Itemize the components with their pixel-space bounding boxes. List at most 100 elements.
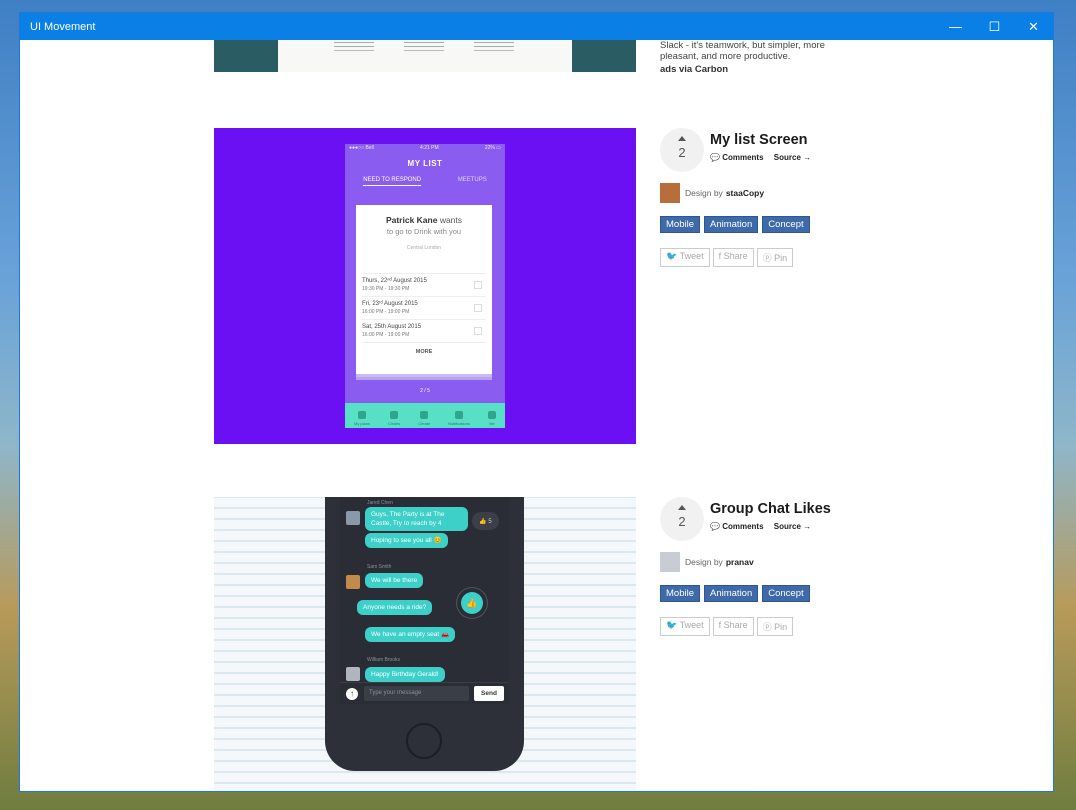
chat-screen: Jared Chen Guys, The Party is at The Cas…	[340, 497, 509, 704]
comments-link[interactable]: 💬 Comments	[710, 522, 764, 531]
more-label: MORE	[362, 342, 486, 355]
mock-tab: MEETUPS	[457, 177, 487, 183]
designer-link[interactable]: staaCopy	[726, 188, 764, 198]
mock-heading: MY LIST	[407, 159, 443, 168]
checkbox-icon	[474, 281, 482, 289]
row-time: 16:00 PM - 19:00 PM	[362, 309, 410, 315]
avatar[interactable]	[660, 183, 680, 203]
tag-animation[interactable]: Animation	[704, 216, 759, 233]
design-by-label: Design by	[685, 188, 723, 198]
avatar	[346, 511, 360, 525]
previous-shot-image[interactable]	[214, 40, 636, 72]
shot-links: 💬 Comments Source →	[710, 522, 819, 531]
facebook-icon: f	[718, 620, 722, 630]
shot-title[interactable]: Group Chat Likes	[710, 501, 831, 517]
upload-icon: ↑	[346, 688, 358, 700]
ad-via[interactable]: ads via Carbon	[660, 64, 860, 75]
vote-count: 2	[678, 514, 686, 529]
row-date: Fri, 23ʳᵈ August 2015	[362, 301, 418, 307]
status-carrier: ●●●○○ Bell	[349, 145, 374, 151]
pinterest-icon: ⓟ	[762, 253, 772, 263]
status-battery: 22% ▭	[484, 145, 501, 151]
nav-me: Me	[487, 411, 496, 426]
ad-text[interactable]: Slack - it's teamwork, but simpler, more…	[660, 40, 860, 62]
thumbs-up-icon: 👍	[461, 592, 483, 614]
comments-link[interactable]: 💬 Comments	[710, 153, 764, 162]
checkbox-icon	[474, 327, 482, 335]
plans-icon	[357, 411, 366, 419]
sender-name: Sam Smith	[367, 564, 392, 570]
invite-goal: to go to Drink with you	[386, 227, 462, 236]
close-button[interactable]: ✕	[1014, 13, 1053, 40]
carbon-ad[interactable]: Slack - it's teamwork, but simpler, more…	[660, 40, 860, 75]
chat-bubble: Happy Birthday Gerald!	[365, 667, 445, 682]
minimize-button[interactable]: —	[936, 13, 975, 40]
avatar[interactable]	[660, 552, 680, 572]
share-buttons: 🐦 Tweet f Share ⓟ Pin	[660, 617, 796, 636]
upvote-button[interactable]: 2	[660, 497, 704, 541]
tag-mobile[interactable]: Mobile	[660, 216, 700, 233]
page-content[interactable]: Slack - it's teamwork, but simpler, more…	[20, 40, 1053, 791]
checkbox-icon	[474, 304, 482, 312]
app-window: UI Movement — ☐ ✕ Slack - it's teamwork,…	[19, 12, 1054, 792]
chat-bubble: Anyone needs a ride?	[357, 600, 433, 615]
chat-bubble: Hoping to see you all 😊	[365, 533, 448, 548]
mock-tabbar: My plans Circles Create Notifications Me	[345, 403, 505, 428]
shot-title[interactable]: My list Screen	[710, 132, 808, 148]
design-by-label: Design by	[685, 557, 723, 567]
chat-bubble: We have an empty seat 🚗	[365, 627, 456, 642]
source-link[interactable]: Source →	[774, 153, 811, 162]
date-row: Sat, 25th August 2015 16:00 PM - 19:00 P…	[362, 319, 486, 342]
bell-icon	[455, 411, 464, 419]
status-time: 4:21 PM	[420, 145, 439, 151]
send-button: Send	[474, 686, 504, 701]
upvote-arrow-icon	[678, 505, 686, 510]
upvote-button[interactable]: 2	[660, 128, 704, 172]
upvote-arrow-icon	[678, 136, 686, 141]
wants-text: wants	[437, 215, 463, 225]
designer-credit: Design by pranav	[660, 552, 754, 572]
shot-image-my-list[interactable]: ●●●○○ Bell 4:21 PM 22% ▭ MY LIST NEED TO…	[214, 128, 636, 444]
nav-create: Create	[418, 411, 430, 426]
mock-tabs: NEED TO RESPOND MEETUPS	[345, 177, 505, 186]
tweet-button[interactable]: 🐦 Tweet	[660, 248, 710, 267]
source-link[interactable]: Source →	[774, 522, 811, 531]
like-count-badge: 👍 5	[472, 512, 499, 530]
pin-button[interactable]: ⓟ Pin	[756, 248, 794, 267]
tag-animation[interactable]: Animation	[704, 585, 759, 602]
tag-concept[interactable]: Concept	[762, 585, 810, 602]
nav-notifications: Notifications	[448, 411, 470, 426]
share-button[interactable]: f Share	[712, 617, 754, 636]
window-title: UI Movement	[30, 20, 96, 33]
sender-name: William Brooks	[367, 657, 401, 663]
maximize-button[interactable]: ☐	[975, 13, 1014, 40]
row-date: Thurs, 22ⁿᵈ August 2015	[362, 278, 427, 284]
user-icon	[487, 411, 496, 419]
date-row: Fri, 23ʳᵈ August 2015 16:00 PM - 19:00 P…	[362, 296, 486, 319]
sender-name: Jared Chen	[367, 500, 393, 506]
shot-image-group-chat[interactable]: Jared Chen Guys, The Party is at The Cas…	[214, 497, 636, 791]
designer-credit: Design by staaCopy	[660, 183, 764, 203]
twitter-icon: 🐦	[666, 620, 678, 630]
chat-bubble: Guys, The Party is at The Castle, Try to…	[365, 507, 468, 531]
tag-list: Mobile Animation Concept	[660, 216, 814, 233]
nav-plans: My plans	[354, 411, 370, 426]
tag-concept[interactable]: Concept	[762, 216, 810, 233]
person-name: Patrick Kane	[385, 215, 438, 225]
phone-mockup: Jared Chen Guys, The Party is at The Cas…	[325, 497, 524, 771]
date-row: Thurs, 22ⁿᵈ August 2015 19:30 PM - 19:30…	[362, 273, 486, 296]
pinterest-icon: ⓟ	[762, 622, 772, 632]
row-time: 16:00 PM - 19:00 PM	[362, 332, 410, 338]
tweet-button[interactable]: 🐦 Tweet	[660, 617, 710, 636]
tag-mobile[interactable]: Mobile	[660, 585, 700, 602]
avatar	[346, 575, 360, 589]
invite-card: Patrick Kane wants to go to Drink with y…	[356, 205, 492, 374]
plus-icon	[420, 411, 429, 419]
mock-tab-active: NEED TO RESPOND	[363, 177, 422, 186]
facebook-icon: f	[718, 251, 722, 261]
pin-button[interactable]: ⓟ Pin	[756, 617, 794, 636]
phone-mockup: ●●●○○ Bell 4:21 PM 22% ▭ MY LIST NEED TO…	[345, 144, 505, 428]
share-button[interactable]: f Share	[712, 248, 754, 267]
designer-link[interactable]: pranav	[726, 557, 754, 567]
shot-links: 💬 Comments Source →	[710, 153, 819, 162]
